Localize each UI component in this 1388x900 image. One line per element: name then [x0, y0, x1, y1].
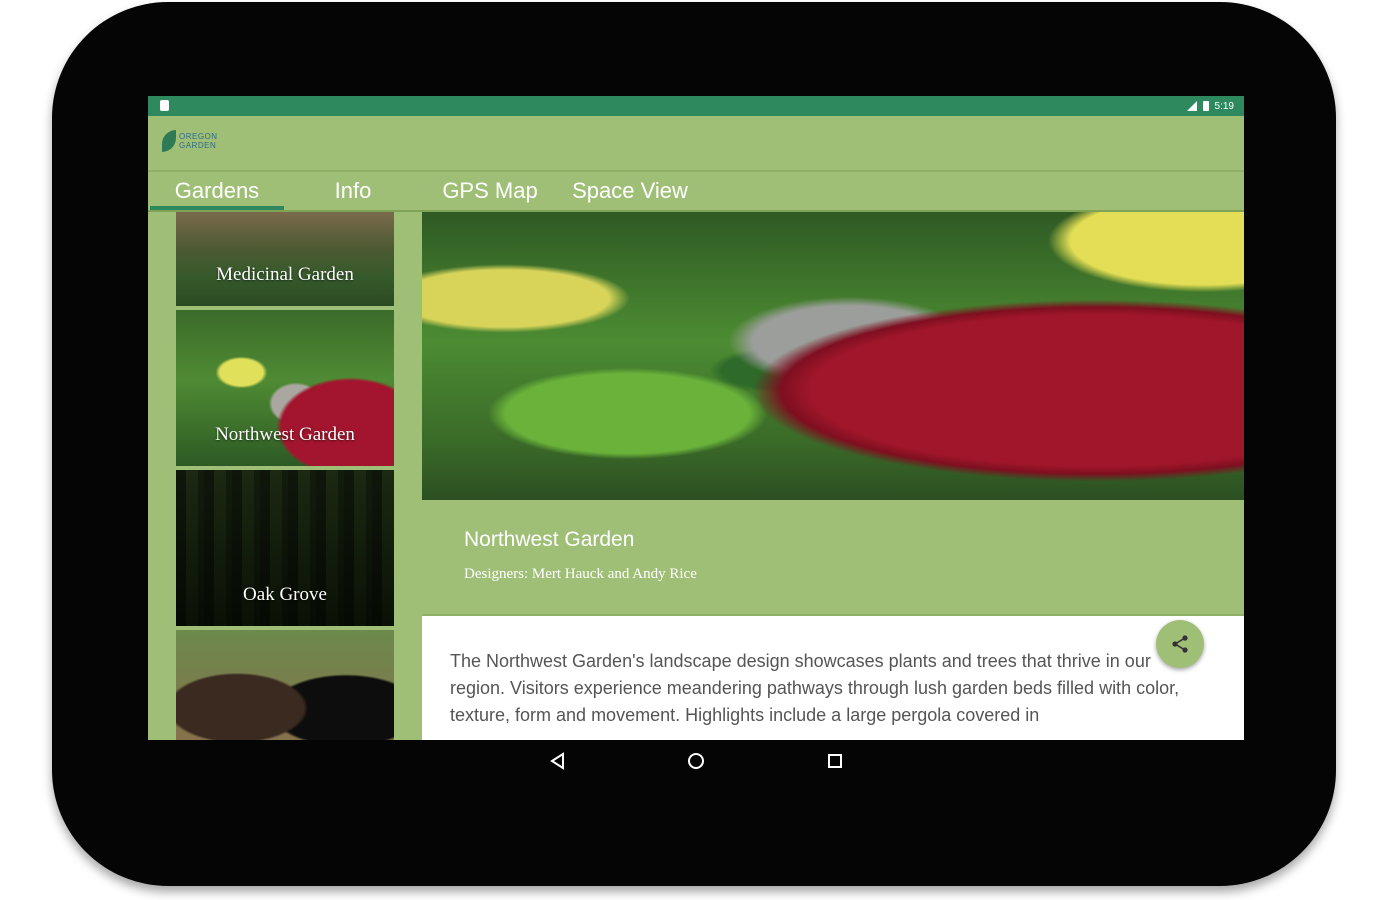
garden-designers: Designers: Mert Hauck and Andy Rice — [464, 566, 697, 582]
garden-list-item[interactable]: Medicinal Garden — [176, 212, 394, 310]
tab-gps-map[interactable]: GPS Map — [430, 172, 550, 210]
garden-list-item-label: Medicinal Garden — [216, 264, 354, 285]
garden-list-item[interactable]: Northwest Garden — [176, 310, 394, 470]
share-button[interactable] — [1156, 620, 1204, 668]
garden-title-band: Northwest Garden Designers: Mert Hauck a… — [422, 500, 1244, 616]
leaf-icon — [162, 130, 176, 152]
tab-bar: Gardens Info GPS Map Space View — [148, 172, 1244, 212]
logo-text: OREGON GARDEN — [179, 132, 218, 150]
garden-title: Northwest Garden — [464, 528, 635, 551]
recents-square-icon[interactable] — [826, 752, 844, 770]
signal-icon — [1186, 101, 1197, 111]
notification-icon — [160, 100, 169, 111]
oregon-garden-logo[interactable]: OREGON GARDEN — [162, 130, 218, 152]
dogs-garden-thumbnail — [176, 630, 394, 740]
home-circle-icon[interactable] — [686, 751, 706, 771]
tab-indicator — [150, 206, 284, 210]
medicinal-garden-thumbnail — [176, 212, 394, 306]
logo-line-1: OREGON — [179, 132, 218, 141]
garden-list-item-label: Oak Grove — [243, 584, 327, 605]
status-bar: 5:19 — [148, 96, 1244, 116]
garden-list-item[interactable]: Oak Grove — [176, 470, 394, 630]
battery-icon — [1202, 101, 1209, 111]
garden-list[interactable]: Medicinal Garden Northwest Garden Oak Gr… — [176, 212, 394, 740]
tab-gardens[interactable]: Gardens — [150, 172, 284, 210]
logo-line-2: GARDEN — [179, 141, 217, 150]
garden-description: The Northwest Garden's landscape design … — [450, 651, 1180, 725]
app-screen: 5:19 OREGON GARDEN Gardens Info GPS Map … — [148, 96, 1244, 740]
share-icon — [1172, 635, 1188, 653]
status-icons: 5:19 — [1186, 99, 1234, 113]
garden-list-item-label: Northwest Garden — [215, 424, 355, 445]
app-bar: OREGON GARDEN — [148, 116, 1244, 172]
back-triangle-icon[interactable] — [549, 752, 567, 770]
tab-space-view[interactable]: Space View — [560, 172, 700, 210]
stage: 5:19 OREGON GARDEN Gardens Info GPS Map … — [0, 0, 1388, 900]
garden-list-item[interactable] — [176, 630, 394, 740]
tab-info[interactable]: Info — [288, 172, 418, 210]
status-time: 5:19 — [1214, 100, 1234, 112]
garden-detail-panel: Northwest Garden Designers: Mert Hauck a… — [422, 212, 1244, 740]
northwest-garden-hero-image — [422, 212, 1244, 500]
